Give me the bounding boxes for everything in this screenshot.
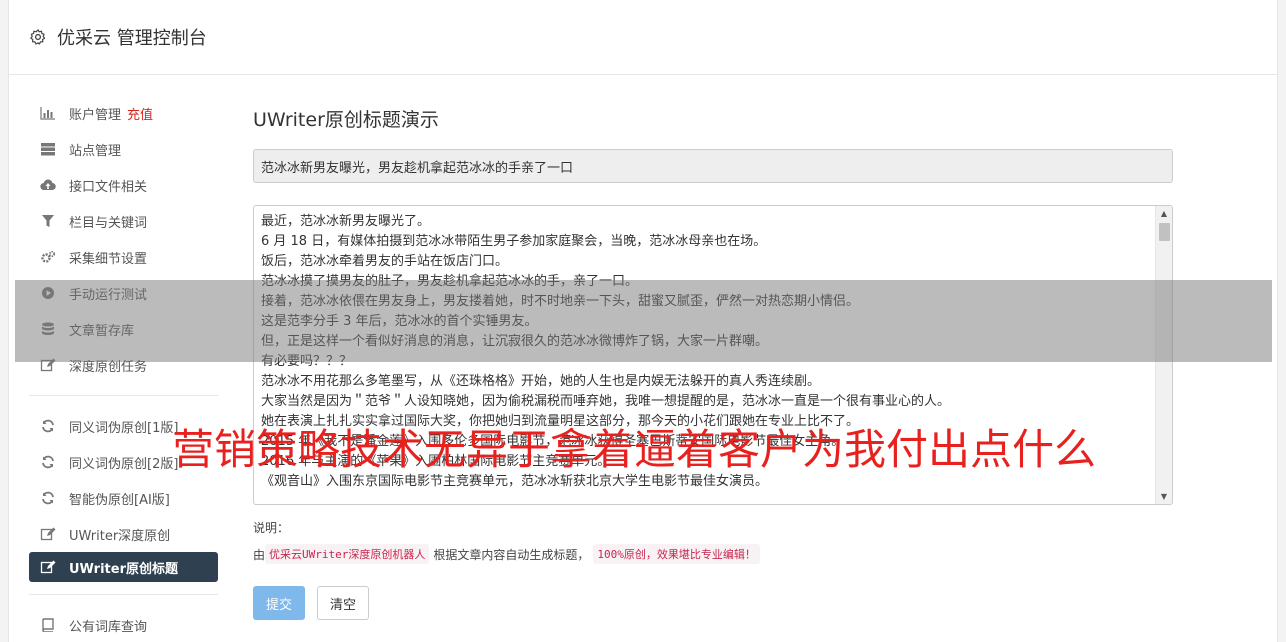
refresh-icon	[39, 419, 57, 433]
main-panel: UWriter原创标题演示 最近，范冰冰新男友曝光了。 6 月 18 日，有媒体拍…	[253, 105, 1173, 620]
page-title: UWriter原创标题演示	[253, 109, 439, 131]
content-line: 大家当然是因为＂范爷＂人设知晓她，因为偷税漏税而唾弃她，我唯一想提醒的是，范冰冰…	[261, 394, 951, 409]
scroll-down-icon[interactable]: ▼	[1156, 489, 1172, 504]
sidebar-item-label: 智能伪原创[AI版]	[69, 492, 170, 508]
sidebar-item-label: 接口文件相关	[69, 179, 148, 195]
recharge-link[interactable]: 充值	[127, 104, 153, 123]
sidebar-item-label: UWriter原创标题	[69, 561, 178, 577]
sidebar-item-uwriter-title[interactable]: UWriter原创标题	[29, 552, 218, 582]
sidebar-item-label: 账户管理	[69, 107, 122, 123]
sidebar-item-uwriter-deep[interactable]: UWriter深度原创	[29, 516, 218, 552]
submit-button[interactable]: 提交	[253, 586, 306, 620]
note-label: 说明：	[253, 521, 290, 535]
note-prefix: 由	[253, 547, 266, 562]
refresh-icon	[39, 491, 57, 505]
edit-icon	[39, 527, 57, 541]
cloud-upload-icon	[39, 178, 57, 192]
generated-title-field[interactable]	[253, 149, 1173, 183]
sidebar-item-label: 站点管理	[69, 143, 122, 159]
clear-button[interactable]: 清空	[317, 586, 370, 620]
original-claim-code: 100%原创，效果堪比专业编辑！	[593, 544, 760, 564]
refresh-icon	[39, 455, 57, 469]
form-actions: 提交 清空	[253, 586, 1173, 620]
server-icon	[39, 142, 57, 156]
scroll-up-icon[interactable]: ▲	[1156, 206, 1172, 221]
robot-name-code: 优采云UWriter深度原创机器人	[265, 544, 430, 564]
sidebar-item-columns[interactable]: 栏目与关键词	[29, 203, 218, 239]
gear-icon	[29, 28, 47, 46]
sidebar-item-interface[interactable]: 接口文件相关	[29, 167, 218, 203]
filter-icon	[39, 214, 57, 228]
bar-chart-icon	[39, 106, 57, 120]
book-icon	[39, 618, 57, 632]
sidebar-item-label: 同义词伪原创[2版]	[69, 456, 179, 472]
sidebar-item-label: 采集细节设置	[69, 251, 148, 267]
note-text: 由 优采云UWriter深度原创机器人 根据文章内容自动生成标题， 100%原创…	[253, 544, 1173, 564]
edit-icon	[39, 560, 57, 574]
content-line: 范冰冰不用花那么多笔墨写，从《还珠格格》开始，她的人生也是内娱无法躲开的真人秀连…	[261, 374, 821, 389]
sidebar-item-public-lexicon[interactable]: 公有词库查询	[29, 607, 218, 642]
sidebar-nav: 账户管理 充值 站点管理 接口文件相关 栏目与关键词 采集细节设置 手动运行测试…	[29, 95, 218, 642]
sidebar-divider	[29, 594, 218, 595]
sidebar-item-label: 同义词伪原创[1版]	[69, 420, 179, 436]
gray-overlay-band	[15, 280, 1272, 362]
overlay-caption: 营销策略技术无异于拿着逼着客户为我付出点什么	[172, 425, 1097, 474]
scroll-thumb[interactable]	[1159, 223, 1170, 241]
note-middle: 根据文章内容自动生成标题，	[433, 547, 590, 562]
sidebar-item-collect-settings[interactable]: 采集细节设置	[29, 239, 218, 275]
sidebar-item-label: 公有词库查询	[69, 619, 148, 635]
sidebar-item-account[interactable]: 账户管理 充值	[29, 95, 218, 131]
sidebar-item-label: UWriter深度原创	[69, 528, 171, 544]
content-line: 最近，范冰冰新男友曝光了。	[261, 214, 431, 229]
content-line: 饭后，范冰冰牵着男友的手站在饭店门口。	[261, 254, 509, 269]
sidebar-divider	[29, 395, 218, 396]
app-title: 优采云 管理控制台	[57, 28, 207, 49]
sidebar-item-label: 栏目与关键词	[69, 215, 148, 231]
content-line: 6 月 18 日，有媒体拍摄到范冰冰带陌生男子参加家庭聚会，当晚，范冰冰母亲也在…	[261, 234, 767, 249]
gears-icon	[39, 250, 57, 264]
app-header: 优采云 管理控制台	[9, 0, 1277, 75]
sidebar-item-ai-rewrite[interactable]: 智能伪原创[AI版]	[29, 480, 218, 516]
sidebar-item-sites[interactable]: 站点管理	[29, 131, 218, 167]
